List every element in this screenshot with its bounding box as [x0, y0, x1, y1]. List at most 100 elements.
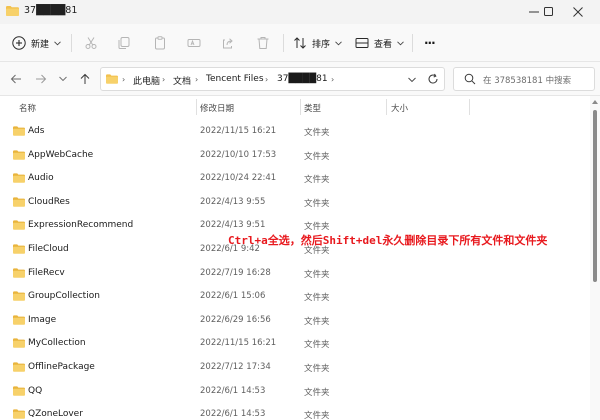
- more-options-button[interactable]: ···: [424, 24, 436, 62]
- table-row[interactable]: MyCollection 2022/11/15 16:21 文件夹: [0, 332, 590, 356]
- file-date: 2022/4/13 9:51: [200, 220, 266, 231]
- cut-button[interactable]: [83, 35, 99, 51]
- column-type-header[interactable]: 类型: [304, 102, 321, 114]
- chevron-down-icon: [54, 40, 61, 45]
- trash-icon: [257, 37, 269, 49]
- more-icon: ···: [424, 36, 436, 50]
- column-header: 名称 修改日期 类型 大小: [0, 96, 590, 118]
- file-name: Ads: [28, 126, 45, 136]
- toolbar-divider: [412, 34, 413, 52]
- view-button[interactable]: 查看: [355, 24, 404, 62]
- scissors-icon: [85, 37, 97, 49]
- recent-locations-button[interactable]: [55, 71, 71, 87]
- rename-icon: [187, 39, 201, 47]
- table-row[interactable]: QZoneLover 2022/6/1 14:53 文件夹: [0, 403, 590, 420]
- table-row[interactable]: GroupCollection 2022/6/1 15:06 文件夹: [0, 285, 590, 309]
- command-bar: 新建 排序 查看 ···: [0, 24, 600, 62]
- paste-button[interactable]: [152, 35, 168, 51]
- delete-button[interactable]: [255, 35, 271, 51]
- forward-button[interactable]: [33, 71, 49, 87]
- file-name: Audio: [28, 173, 54, 184]
- chevron-down-icon: [335, 40, 342, 45]
- table-row[interactable]: QQ 2022/6/1 14:53 文件夹: [0, 380, 590, 404]
- table-row[interactable]: Image 2022/6/29 16:56 文件夹: [0, 309, 590, 333]
- table-row[interactable]: Audio 2022/10/24 22:41 文件夹: [0, 167, 590, 191]
- table-row[interactable]: AppWebCache 2022/10/10 17:53 文件夹: [0, 144, 590, 168]
- window-title: 37████81: [24, 5, 78, 16]
- search-input[interactable]: 在 378538181 中搜索: [453, 67, 595, 91]
- chevron-down-icon: [59, 76, 67, 82]
- chevron-down-icon[interactable]: [408, 77, 416, 83]
- share-button[interactable]: [220, 35, 236, 51]
- maximize-icon: [544, 7, 553, 16]
- table-row[interactable]: CloudRes 2022/4/13 9:55 文件夹: [0, 191, 590, 215]
- table-row[interactable]: Ads 2022/11/15 16:21 文件夹: [0, 120, 590, 144]
- file-name: GroupCollection: [28, 291, 100, 302]
- folder-icon: [13, 385, 25, 396]
- column-divider[interactable]: [300, 99, 301, 115]
- file-type: 文件夹: [304, 293, 330, 304]
- file-type: 文件夹: [304, 269, 330, 280]
- breadcrumb-tencent-files[interactable]: Tencent Files: [206, 74, 264, 84]
- scrollbar-thumb[interactable]: [593, 110, 597, 282]
- folder-icon: [13, 244, 25, 254]
- file-type: 文件夹: [304, 340, 330, 351]
- file-name: MyCollection: [28, 338, 86, 349]
- up-button[interactable]: [77, 71, 93, 87]
- breadcrumb-current-folder[interactable]: 37████81: [277, 74, 328, 84]
- annotation-text: Ctrl+a全选，然后Shift+del永久删除目录下所有文件和文件夹: [228, 234, 548, 247]
- new-button[interactable]: 新建: [12, 24, 61, 62]
- breadcrumb-this-pc[interactable]: 此电脑: [133, 74, 160, 87]
- search-placeholder: 在 378538181 中搜索: [483, 76, 572, 86]
- column-divider[interactable]: [469, 99, 470, 115]
- share-icon: [223, 38, 233, 49]
- file-name: QZoneLover: [28, 409, 83, 420]
- arrow-right-icon: [36, 74, 47, 84]
- column-name-header[interactable]: 名称: [19, 102, 36, 114]
- back-button[interactable]: [8, 71, 24, 87]
- new-label: 新建: [31, 39, 50, 50]
- refresh-icon[interactable]: [427, 73, 439, 85]
- breadcrumb-documents[interactable]: 文档: [173, 74, 191, 87]
- file-name: CloudRes: [28, 196, 70, 207]
- vertical-scrollbar[interactable]: [590, 96, 600, 420]
- column-size-header[interactable]: 大小: [391, 102, 408, 114]
- table-row[interactable]: OfflinePackage 2022/7/12 17:34 文件夹: [0, 356, 590, 380]
- plus-circle-icon: [12, 36, 26, 50]
- view-label: 查看: [374, 39, 393, 50]
- folder-icon: [13, 338, 25, 348]
- folder-icon: [13, 291, 25, 301]
- copy-button[interactable]: [116, 35, 132, 51]
- folder-icon: [13, 267, 25, 278]
- copy-icon: [118, 37, 130, 49]
- scroll-up-icon[interactable]: [592, 99, 598, 105]
- folder-icon: [13, 173, 25, 183]
- address-bar[interactable]: › 此电脑 › 文档 › Tencent Files › 37████81 ›: [100, 67, 445, 91]
- file-date: 2022/6/1 15:06: [200, 291, 266, 302]
- close-button[interactable]: [556, 0, 600, 24]
- sort-icon: [294, 37, 306, 49]
- search-icon: [464, 73, 476, 85]
- folder-icon: [6, 6, 19, 16]
- table-row[interactable]: FileRecv 2022/7/19 16:28 文件夹: [0, 262, 590, 286]
- arrow-up-icon: [80, 73, 90, 84]
- sort-label: 排序: [312, 39, 331, 50]
- folder-icon: [13, 220, 25, 230]
- clipboard-icon: [155, 36, 165, 50]
- column-date-header[interactable]: 修改日期: [200, 102, 234, 114]
- file-date: 2022/7/12 17:34: [200, 361, 271, 372]
- view-icon: [355, 38, 369, 48]
- column-divider[interactable]: [386, 99, 387, 115]
- rename-button[interactable]: [186, 35, 202, 51]
- file-type: 文件夹: [304, 151, 330, 162]
- file-type: 文件夹: [304, 363, 330, 374]
- sort-button[interactable]: 排序: [293, 24, 342, 62]
- file-type: 文件夹: [304, 175, 330, 186]
- file-name: Image: [28, 314, 57, 325]
- column-divider[interactable]: [196, 99, 197, 115]
- file-date: 2022/4/13 9:55: [200, 196, 266, 207]
- file-date: 2022/7/19 16:28: [200, 267, 271, 278]
- chevron-right-icon: ›: [195, 75, 199, 84]
- toolbar-divider: [71, 34, 72, 52]
- file-name: FileCloud: [28, 243, 69, 254]
